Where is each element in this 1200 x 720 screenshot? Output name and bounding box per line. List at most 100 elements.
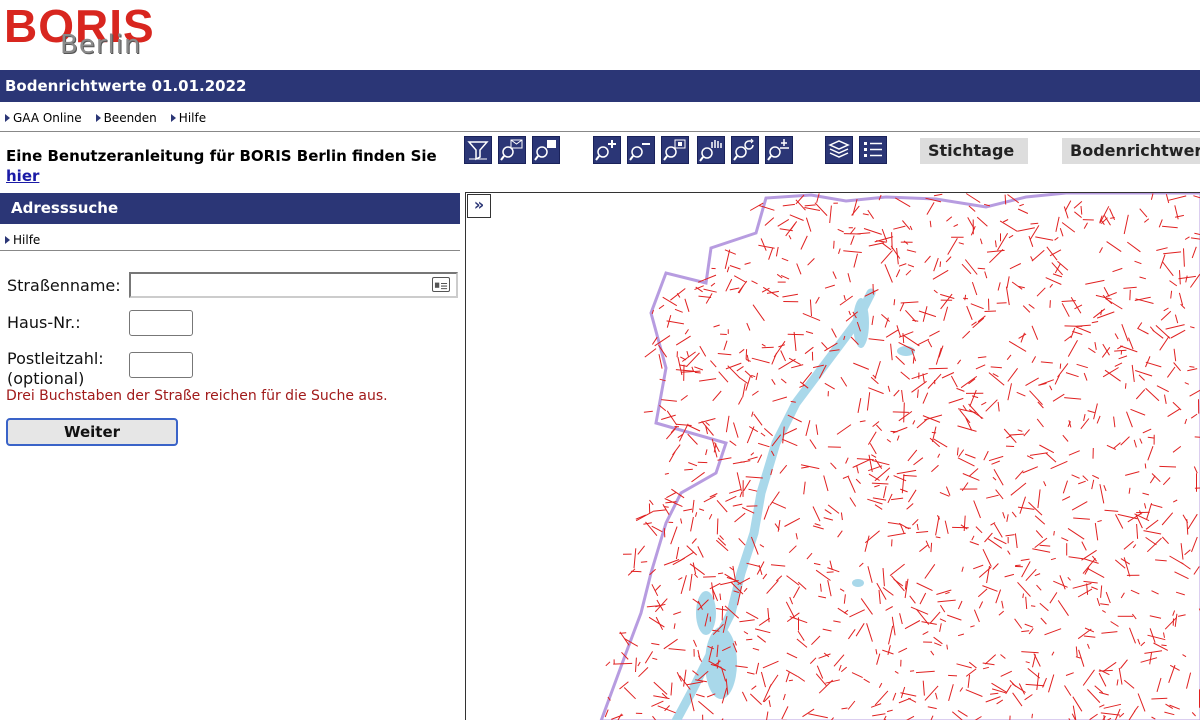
lake (853, 298, 869, 348)
house-number-input[interactable] (129, 310, 193, 336)
parcel-line (705, 449, 708, 456)
panel-help-label: Hilfe (13, 233, 41, 247)
parcel-line (909, 670, 915, 672)
parcel-line (1031, 713, 1033, 719)
map-canvas[interactable] (466, 193, 1200, 720)
parcel-line (666, 428, 676, 440)
pan-icon[interactable] (697, 136, 725, 164)
triangle-right-icon (5, 236, 10, 244)
boris-logo: BORIS Berlin (0, 0, 210, 68)
parcel-line (788, 679, 793, 682)
nav-gaa-online[interactable]: GAA Online (5, 108, 82, 128)
parcel-line (948, 674, 958, 677)
parcel-line (664, 472, 669, 475)
parcel-line (1030, 605, 1036, 607)
parcel-line (903, 402, 905, 423)
parcel-line (653, 509, 666, 512)
weiter-button[interactable]: Weiter (6, 418, 178, 446)
triangle-right-icon (95, 114, 101, 122)
parcel-line (1049, 300, 1051, 308)
zoom-full-icon[interactable] (661, 136, 689, 164)
parcel-line (1009, 715, 1011, 720)
filter-icon[interactable] (464, 136, 492, 164)
panel-help-link[interactable]: Hilfe (0, 232, 460, 248)
street-label: Straßenname: (7, 276, 121, 295)
triangle-right-icon (5, 114, 10, 122)
top-nav: GAA Online Beenden Hilfe (0, 108, 206, 128)
parcel-line (627, 568, 636, 576)
parcel-line (630, 570, 642, 573)
nav-beenden[interactable]: Beenden (95, 108, 157, 128)
divider (0, 250, 460, 251)
parcel-line (717, 572, 724, 575)
parcel-line (892, 411, 909, 413)
bodenrichtwerte-button[interactable]: Bodenrichtwer (1062, 138, 1200, 164)
zoom-mail-icon[interactable] (498, 136, 526, 164)
nav-label: GAA Online (13, 111, 82, 125)
parcel-line (644, 348, 657, 358)
guide-link[interactable]: hier (6, 166, 466, 186)
parcel-line (984, 310, 997, 312)
parcel-line (928, 367, 948, 370)
zoom-next-icon[interactable] (765, 136, 793, 164)
contact-card-icon (432, 277, 450, 292)
parcel-line (651, 336, 658, 345)
parcel-line (931, 431, 937, 434)
stichtage-button[interactable]: Stichtage (920, 138, 1028, 164)
zoom-back-icon[interactable] (731, 136, 759, 164)
parcel-line (633, 548, 637, 569)
nav-label: Beenden (103, 111, 157, 125)
parcel-line (1022, 593, 1024, 599)
parcel-line (613, 662, 633, 665)
parcel-line (694, 371, 701, 374)
zoom-window-icon[interactable] (532, 136, 560, 164)
parcel-line (663, 506, 669, 508)
layers-icon[interactable] (825, 136, 853, 164)
divider (0, 131, 1200, 132)
triangle-right-icon (170, 114, 176, 122)
parcel-line (684, 468, 693, 471)
parcel-line (640, 561, 648, 563)
parcel-line (1159, 465, 1177, 468)
parcel-line (746, 638, 753, 641)
parcel-line (643, 522, 652, 525)
zip-optional-label: (optional) (7, 369, 85, 388)
parcel-line (703, 576, 716, 578)
zip-input[interactable] (129, 352, 193, 378)
parcel-line (605, 661, 611, 667)
parcel-line (1151, 697, 1168, 700)
zoom-in-icon[interactable] (593, 136, 621, 164)
map-view[interactable] (465, 192, 1200, 720)
house-number-label: Haus-Nr.: (7, 313, 81, 332)
parcel-line (1161, 644, 1167, 647)
nav-label: Hilfe (178, 111, 207, 125)
parcel-line (1144, 463, 1147, 469)
parcel-line (1053, 531, 1055, 536)
parcel-line (833, 240, 835, 249)
lake (696, 591, 716, 635)
legend-icon[interactable] (859, 136, 887, 164)
guide-text: Eine Benutzeranleitung für BORIS Berlin … (6, 146, 466, 186)
zoom-out-icon[interactable] (627, 136, 655, 164)
nav-hilfe[interactable]: Hilfe (170, 108, 207, 128)
parcel-line (672, 444, 681, 456)
expand-panel-button[interactable]: » (467, 194, 491, 218)
street-input[interactable] (129, 272, 458, 298)
parcel-line (933, 193, 943, 197)
parcel-line (635, 510, 654, 522)
logo-berlin-text: Berlin (60, 30, 142, 60)
parcel-line (946, 644, 948, 650)
parcel-line (716, 518, 719, 535)
parcel-line (977, 267, 986, 270)
parcel-line (826, 571, 834, 573)
parcel-line (637, 545, 645, 555)
address-search-panel: Adresssuche Hilfe (0, 193, 460, 251)
parcel-line (939, 261, 942, 267)
parcel-line (1004, 194, 1007, 205)
parcel-line (688, 462, 698, 467)
parcel-line (1059, 363, 1062, 369)
parcel-line (666, 492, 677, 499)
search-hint: Drei Buchstaben der Straße reichen für d… (6, 388, 388, 404)
parcel-line (745, 349, 748, 360)
parcel-line (1015, 564, 1021, 567)
